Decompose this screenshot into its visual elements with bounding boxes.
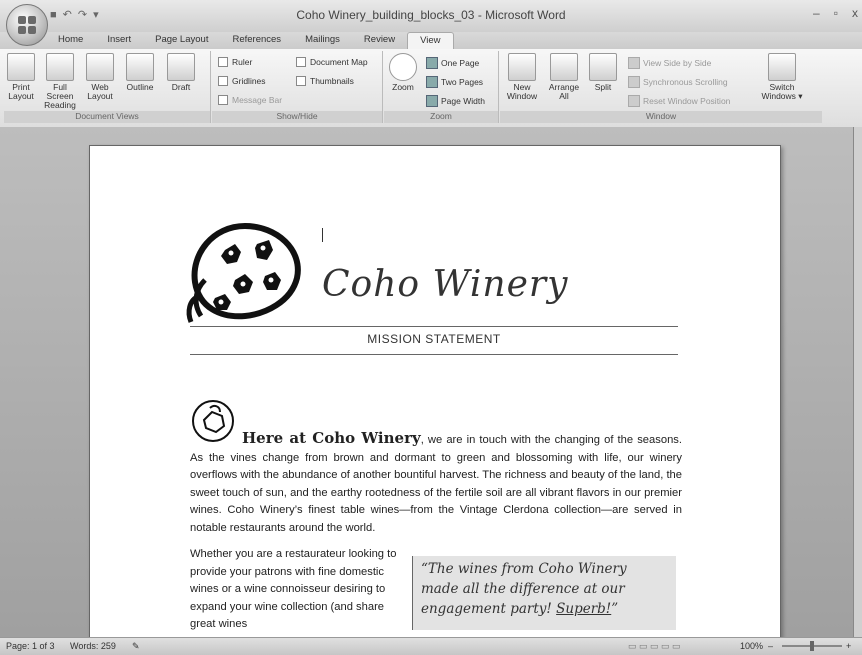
paragraph-body: , we are in touch with the changing of t…: [190, 434, 682, 534]
one-page-button[interactable]: One Page: [426, 57, 479, 69]
ribbon: Print Layout Full Screen Reading Web Lay…: [0, 49, 862, 128]
maximize-button[interactable]: ▫: [834, 6, 838, 20]
tab-view[interactable]: View: [407, 32, 454, 49]
window-title: Coho Winery_building_blocks_03 - Microso…: [296, 8, 566, 22]
minimize-button[interactable]: –: [813, 6, 820, 20]
magnifier-icon: [389, 53, 417, 81]
brand-title: Coho Winery: [322, 264, 569, 305]
status-bar: Page: 1 of 3 Words: 259 ✎ ▭ ▭ ▭ ▭ ▭ 100%…: [0, 637, 862, 655]
reset-position-icon: [628, 95, 640, 107]
grape-vine-logo-icon: [186, 222, 301, 323]
tab-home[interactable]: Home: [46, 32, 95, 48]
pull-quote[interactable]: “The wines from Coho Winery made all the…: [412, 556, 676, 630]
print-layout-button[interactable]: Print Layout: [6, 53, 36, 101]
paragraph-lead: Here at Coho Winery: [242, 429, 421, 447]
side-by-side-icon: [628, 57, 640, 69]
split-button[interactable]: Split: [588, 53, 618, 92]
page-count[interactable]: Page: 1 of 3: [6, 641, 55, 651]
thumbnails-checkbox[interactable]: Thumbnails: [296, 76, 354, 86]
word-count[interactable]: Words: 259: [70, 641, 116, 651]
two-pages-icon: [426, 76, 438, 88]
window-controls: – ▫ x: [813, 6, 858, 20]
close-button[interactable]: x: [852, 6, 858, 20]
zoom-in-icon[interactable]: +: [846, 641, 851, 651]
synchronous-scrolling-button[interactable]: Synchronous Scrolling: [628, 76, 728, 88]
proofing-icon[interactable]: ✎: [132, 641, 140, 652]
rule-top: [190, 326, 678, 327]
page-width-icon: [426, 95, 438, 107]
group-document-views: Print Layout Full Screen Reading Web Lay…: [4, 51, 211, 123]
outline-icon: [126, 53, 154, 81]
group-label-document-views: Document Views: [4, 111, 210, 123]
quote-end: ”: [611, 601, 619, 617]
mission-paragraph[interactable]: Here at Coho Winery, we are in touch wit…: [190, 429, 682, 538]
sync-scroll-icon: [628, 76, 640, 88]
zoom-slider-thumb[interactable]: [810, 641, 814, 651]
draft-button[interactable]: Draft: [164, 53, 198, 92]
quote-emphasis: Superb!: [556, 601, 612, 617]
tab-references[interactable]: References: [220, 32, 293, 48]
rule-bottom: [190, 354, 678, 355]
two-pages-button[interactable]: Two Pages: [426, 76, 483, 88]
new-window-button[interactable]: New Window: [504, 53, 540, 101]
section-title: MISSION STATEMENT: [367, 332, 501, 346]
new-window-icon: [508, 53, 536, 81]
web-layout-icon: [86, 53, 114, 81]
office-logo-icon: [18, 16, 36, 34]
group-label-zoom: Zoom: [384, 111, 498, 123]
zoom-level[interactable]: 100%: [740, 641, 763, 651]
group-zoom: Zoom One Page Two Pages Page Width Zoom: [384, 51, 499, 123]
group-label-window: Window: [500, 111, 822, 123]
group-show-hide: Ruler Gridlines Message Bar Document Map…: [212, 51, 383, 123]
view-side-by-side-button[interactable]: View Side by Side: [628, 57, 711, 69]
document-page[interactable]: Coho Winery MISSION STATEMENT Here at Co…: [89, 145, 781, 647]
title-bar: ■ ↶ ↷ ▾ Coho Winery_building_blocks_03 -…: [0, 0, 862, 32]
group-label-show-hide: Show/Hide: [212, 111, 382, 123]
group-window: New Window Arrange All Split View Side b…: [500, 51, 822, 123]
view-buttons[interactable]: ▭ ▭ ▭ ▭ ▭: [628, 641, 681, 652]
tab-page-layout[interactable]: Page Layout: [143, 32, 220, 48]
tab-insert[interactable]: Insert: [95, 32, 143, 48]
arrange-all-button[interactable]: Arrange All: [546, 53, 582, 101]
zoom-button[interactable]: Zoom: [388, 53, 418, 92]
arrange-all-icon: [550, 53, 578, 81]
draft-icon: [167, 53, 195, 81]
page-width-button[interactable]: Page Width: [426, 95, 485, 107]
full-screen-reading-button[interactable]: Full Screen Reading: [40, 53, 80, 110]
office-button[interactable]: [6, 4, 48, 46]
tab-review[interactable]: Review: [352, 32, 407, 48]
switch-windows-button[interactable]: Switch Windows ▾: [758, 53, 806, 101]
document-map-checkbox[interactable]: Document Map: [296, 57, 368, 67]
ruler-checkbox[interactable]: Ruler: [218, 57, 252, 67]
web-layout-button[interactable]: Web Layout: [84, 53, 116, 101]
split-icon: [589, 53, 617, 81]
reset-window-position-button[interactable]: Reset Window Position: [628, 95, 730, 107]
ribbon-tabs: Home Insert Page Layout References Maili…: [46, 32, 454, 49]
vertical-scrollbar[interactable]: [853, 127, 862, 637]
full-screen-reading-icon: [46, 53, 74, 81]
message-bar-checkbox[interactable]: Message Bar: [218, 95, 282, 105]
switch-windows-icon: [768, 53, 796, 81]
tab-mailings[interactable]: Mailings: [293, 32, 352, 48]
print-layout-icon: [7, 53, 35, 81]
gridlines-checkbox[interactable]: Gridlines: [218, 76, 266, 86]
column-text[interactable]: Whether you are a restaurateur looking t…: [190, 546, 408, 634]
one-page-icon: [426, 57, 438, 69]
outline-button[interactable]: Outline: [120, 53, 160, 92]
text-cursor: [322, 228, 323, 242]
zoom-out-icon[interactable]: –: [768, 641, 773, 651]
